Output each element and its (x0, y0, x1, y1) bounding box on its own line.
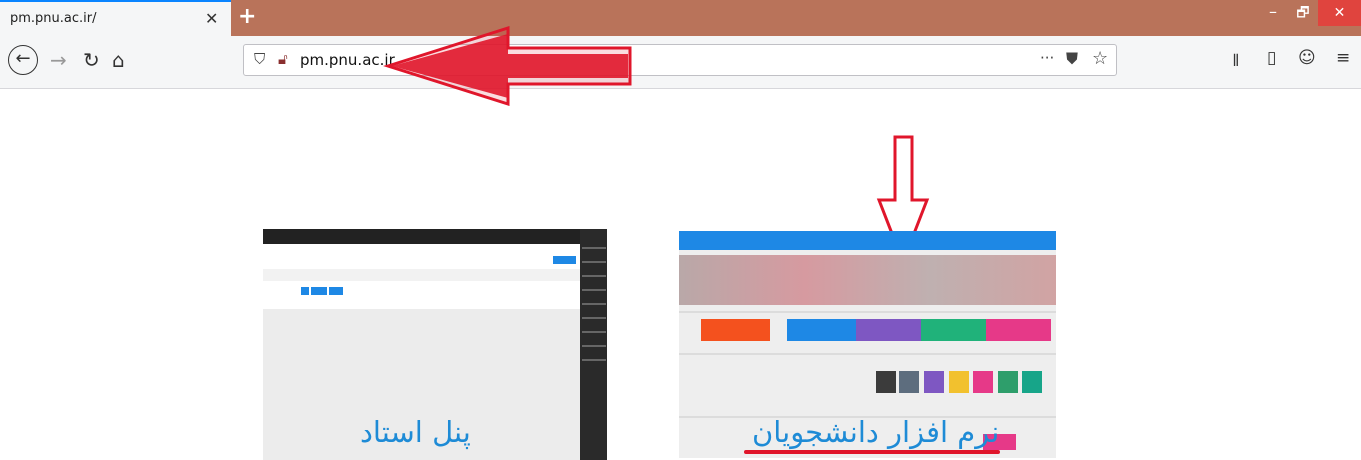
class-card (852, 319, 921, 341)
action-button (301, 287, 309, 295)
section-divider (679, 311, 1056, 313)
service-tile (1022, 371, 1042, 393)
action-button (311, 287, 327, 295)
sidebar-line (582, 261, 606, 263)
service-tile (899, 371, 919, 393)
service-tile (876, 371, 896, 393)
sidebar-line (582, 345, 606, 347)
service-tile (973, 371, 993, 393)
class-card (701, 319, 770, 341)
sidebar-line (582, 289, 606, 291)
sidebar-line (582, 303, 606, 305)
caption-underline (744, 450, 1000, 454)
service-tile (924, 371, 944, 393)
action-button (329, 287, 343, 295)
add-exam-button (553, 256, 576, 264)
service-tile (998, 371, 1018, 393)
panel-sidebar (580, 229, 607, 460)
sidebar-line (582, 275, 606, 277)
panel-topbar (263, 229, 607, 244)
service-tile (949, 371, 969, 393)
sidebar-line (582, 247, 606, 249)
section-divider (679, 353, 1056, 355)
class-card (982, 319, 1051, 341)
teacher-panel-caption: پنل استاد (360, 415, 471, 449)
class-card (917, 319, 986, 341)
profile-banner (679, 255, 1056, 305)
student-app-caption: نرم افزار دانشجویان (752, 415, 1000, 449)
sidebar-line (582, 317, 606, 319)
app-topbar (679, 231, 1056, 250)
class-card (787, 319, 856, 341)
sidebar-line (582, 359, 606, 361)
table-header (263, 269, 580, 281)
sidebar-line (582, 331, 606, 333)
